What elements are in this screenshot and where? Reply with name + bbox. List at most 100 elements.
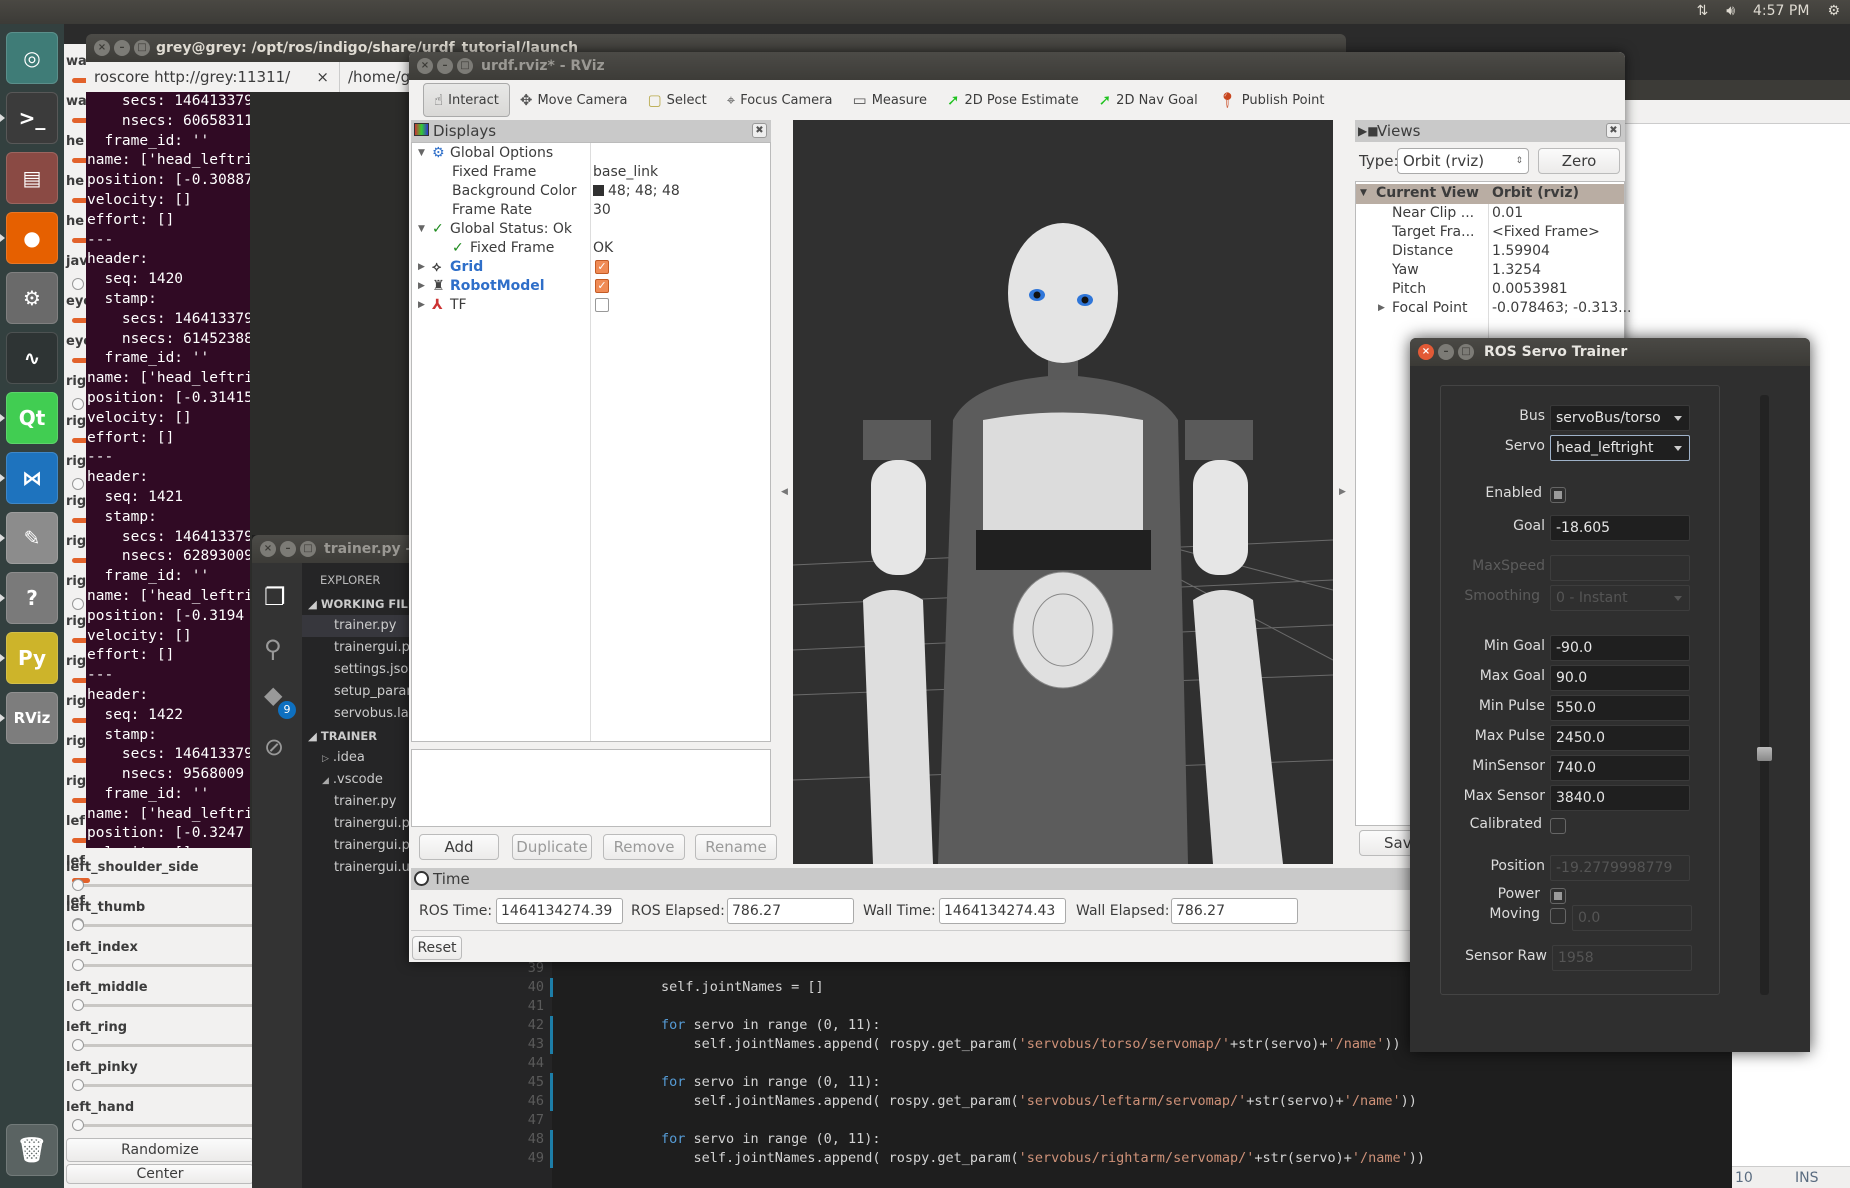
minimize-icon[interactable]: – [114,40,130,56]
code-line[interactable]: 49 self.jointNames.append( rospy.get_par… [508,1149,1608,1168]
tool-move-camera[interactable]: ✥ Move Camera [510,83,638,117]
display-row[interactable]: ▶ ⟡ Grid ✓ [412,258,770,277]
terminal-output[interactable]: secs: 1464133793 nsecs: 606583118 frame_… [86,92,250,848]
display-value[interactable]: base_link [593,163,658,182]
maximize-icon[interactable]: □ [457,58,473,74]
rename-button[interactable]: Rename [695,834,777,860]
remove-button[interactable]: Remove [603,834,685,860]
slider-handle[interactable] [72,1039,84,1051]
code-line[interactable]: 47 [508,1111,1608,1130]
code-line[interactable]: 48 for servo in range (0, 11): [508,1130,1608,1149]
close-icon[interactable]: × [260,541,276,557]
min-goal-field[interactable]: -90.0 [1550,635,1690,661]
collapse-icon[interactable]: ▶ [1378,299,1385,318]
collapse-left-icon[interactable]: ◀ [781,487,788,497]
code-line[interactable]: 45 for servo in range (0, 11): [508,1073,1608,1092]
launcher-system-settings-icon[interactable]: ⚙ [6,272,58,324]
tool-2d-nav-goal[interactable]: ➚ 2D Nav Goal [1089,83,1208,117]
view-property-row[interactable]: Near Clip ... 0.01 [1356,204,1624,223]
max-pulse-field[interactable]: 2450.0 [1550,725,1690,751]
collapse-right-icon[interactable]: ▶ [1339,487,1346,497]
view-property-row[interactable]: Target Fra... <Fixed Frame> [1356,223,1624,242]
launcher-vscode-icon[interactable]: ⋈ [6,452,58,504]
close-icon[interactable]: × [316,62,329,92]
expander-icon[interactable]: ◢ [322,776,329,786]
servo-trainer-title-bar[interactable]: × – □ ROS Servo Trainer [1410,338,1810,366]
view-property-row[interactable]: Pitch 0.0053981 [1356,280,1624,299]
slider-handle[interactable] [72,919,84,931]
slider-handle[interactable] [1757,746,1772,761]
close-icon[interactable]: ✖ [1606,123,1621,138]
reset-button[interactable]: Reset [412,936,462,960]
wall-elapsed-field[interactable]: 786.27 [1171,898,1298,924]
terminal-tab-roscore[interactable]: roscore http://grey:11311/ × [88,62,340,92]
add-button[interactable]: Add [419,834,499,860]
expander-icon[interactable]: ▷ [322,754,329,764]
collapse-icon[interactable]: ▶ [418,296,425,315]
tool-publish-point[interactable]: 📍︎ Publish Point [1208,83,1335,117]
joint-slider-track[interactable] [72,1124,254,1127]
maximize-icon[interactable]: □ [300,541,316,557]
display-enabled-checkbox[interactable]: ✓ [595,260,609,274]
display-value[interactable]: OK [593,239,613,258]
ros-time-field[interactable]: 1464134274.39 [496,898,623,924]
view-property-row[interactable]: ▶ Focal Point -0.078463; -0.313... [1356,299,1632,318]
joint-slider-track[interactable] [72,1084,254,1087]
close-icon[interactable]: ✖ [752,123,767,138]
display-value[interactable]: 48; 48; 48 [593,182,680,201]
tool-2d-pose-estimate[interactable]: ➚ 2D Pose Estimate [937,83,1089,117]
collapse-icon[interactable]: ▶ [418,258,425,277]
slider-handle[interactable] [72,1119,84,1131]
maximize-icon[interactable]: □ [134,40,150,56]
servo-select[interactable]: head_leftright [1550,435,1690,461]
slider-handle[interactable] [72,278,84,290]
view-property-row[interactable]: Yaw 1.3254 [1356,261,1624,280]
tool-select[interactable]: ▢ Select [637,83,716,117]
slider-handle[interactable] [72,879,84,891]
network-updown-icon[interactable]: ⇅ [1696,3,1708,19]
center-button[interactable]: Center [66,1164,254,1184]
trash-icon[interactable]: 🗑︎ [6,1124,58,1176]
minimize-icon[interactable]: – [437,58,453,74]
display-row[interactable]: Frame Rate 30 [412,201,770,220]
slider-handle[interactable] [72,398,84,410]
maxspeed-field[interactable] [1550,555,1690,581]
view-property-row[interactable]: Distance 1.59904 [1356,242,1624,261]
joint-slider-track[interactable] [72,924,254,927]
display-row[interactable]: ▶ ♜ RobotModel ✓ [412,277,770,296]
joint-slider-track[interactable] [72,964,254,967]
close-icon[interactable]: × [1418,344,1434,360]
slider-handle[interactable] [72,598,84,610]
bus-select[interactable]: servoBus/torso [1550,405,1690,431]
expand-icon[interactable]: ▼ [418,144,425,163]
slider-handle[interactable] [72,959,84,971]
display-row[interactable]: ▼ ✓ Global Status: Ok [412,220,770,239]
goal-slider[interactable] [1757,395,1772,995]
code-line[interactable]: 46 self.jointNames.append( rospy.get_par… [508,1092,1608,1111]
max-goal-field[interactable]: 90.0 [1550,665,1690,691]
close-icon[interactable]: × [94,40,110,56]
min-sensor-field[interactable]: 740.0 [1550,755,1690,781]
debug-icon[interactable]: ⊘ [264,733,284,761]
minimize-icon[interactable]: – [1438,344,1454,360]
duplicate-button[interactable]: Duplicate [512,834,592,860]
rviz-title-bar[interactable]: × – □ urdf.rviz* - RViz [409,52,1625,80]
smoothing-select[interactable]: 0 - Instant [1550,585,1690,611]
display-row[interactable]: Fixed Frame base_link [412,163,770,182]
expand-icon[interactable]: ▼ [1360,184,1367,203]
view-type-select[interactable]: Orbit (rviz) ⇕ [1397,148,1529,174]
close-icon[interactable]: × [417,58,433,74]
display-enabled-checkbox[interactable] [595,298,609,312]
clock[interactable]: 4:57 PM [1753,3,1809,19]
launcher-system-monitor-icon[interactable]: ∿ [6,332,58,384]
3d-viewport[interactable] [793,120,1333,864]
launcher-rviz-icon[interactable]: RViz [6,692,58,744]
joint-slider-track[interactable] [72,1004,254,1007]
launcher-text-editor-icon[interactable]: ✎ [6,512,58,564]
search-icon[interactable]: ⚲ [264,635,282,663]
tool-measure[interactable]: ▭ Measure [843,83,937,117]
slider-handle[interactable] [72,999,84,1011]
slider-handle[interactable] [72,1079,84,1091]
launcher-ubuntu-dash-icon[interactable]: ◎ [6,32,58,84]
zero-button[interactable]: Zero [1538,148,1620,174]
